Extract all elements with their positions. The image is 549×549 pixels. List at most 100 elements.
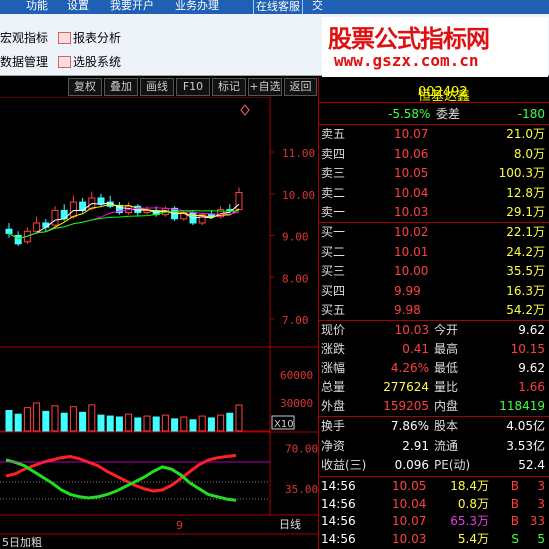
tick-price: 10.05 xyxy=(392,479,427,493)
add-favorite-button[interactable]: +自选 xyxy=(248,78,282,96)
sell-volume: 12.8万 xyxy=(506,185,545,200)
macro-indicator-button[interactable]: 宏观指标 xyxy=(0,29,48,46)
volume-bar xyxy=(33,402,41,432)
sell-price: 10.05 xyxy=(394,166,429,180)
back-button[interactable]: 返回 xyxy=(284,78,317,96)
price-tick-label: 8.00 xyxy=(282,272,309,285)
volume-bar xyxy=(60,412,68,432)
volume-bar xyxy=(235,404,243,432)
stat-label: 今开 xyxy=(434,323,459,337)
buy-price: 10.02 xyxy=(394,225,429,239)
date-label: 5日加粗 xyxy=(2,536,42,549)
sell-volume: 21.0万 xyxy=(506,127,545,141)
tick-volume: 65.3万 xyxy=(450,514,489,528)
stock-title: 002492 恒基达鑫 xyxy=(318,77,549,104)
stat-value: 52.4 xyxy=(518,458,545,472)
buy-volume: 16.3万 xyxy=(506,283,545,298)
tick-volume: 5.4万 xyxy=(457,531,489,546)
tick-count: 3 xyxy=(537,496,545,511)
volume-bar xyxy=(42,410,50,432)
sell-price: 10.04 xyxy=(394,185,429,200)
stat-value: 0.096 xyxy=(394,458,429,472)
stat-value: 2.91 xyxy=(402,438,429,453)
tick-side: B xyxy=(510,479,519,493)
sell-level-label: 卖一 xyxy=(321,205,346,219)
stat-label: 总量 xyxy=(321,380,346,394)
stat-label: 内盘 xyxy=(434,399,459,413)
tick-time: 14:56 xyxy=(321,496,356,511)
online-service-button[interactable]: 在线客服 xyxy=(253,0,303,15)
weicha-label: 委差 xyxy=(436,107,461,121)
indicator-tick-label: 70.00 xyxy=(285,443,318,456)
stat-value: 0.41 xyxy=(402,342,429,356)
menu-item[interactable]: 交 xyxy=(312,0,323,13)
chart-button-bar: 复权 叠加 画线 F10 标记 +自选 返回 xyxy=(0,77,318,97)
sell-price: 10.06 xyxy=(394,146,429,161)
toolbar: 宏观指标 报表分析 数据管理 选股系统 股票公式指标网 www.gszx.com… xyxy=(0,14,549,77)
volume-bar xyxy=(5,409,13,432)
menu-item[interactable]: 设置 xyxy=(67,0,89,13)
stat-value: 118419 xyxy=(499,399,545,413)
tick-count: 33 xyxy=(529,514,545,528)
menu-item[interactable]: 功能 xyxy=(26,0,48,13)
logo-url: www.gszx.com.cn xyxy=(334,51,479,70)
buy-level-label: 买四 xyxy=(321,283,346,298)
stat-label: PE(动) xyxy=(434,458,471,472)
indicator-tick-label: 35.00 xyxy=(285,483,318,496)
tick-side: B xyxy=(510,496,519,511)
buy-level-label: 买二 xyxy=(321,244,346,259)
buy-price: 10.01 xyxy=(394,244,429,259)
stat-label: 最高 xyxy=(434,342,459,356)
buy-volume: 35.5万 xyxy=(506,264,545,278)
macro-label: 宏观指标 xyxy=(0,31,49,45)
stat-label: 涨幅 xyxy=(321,361,346,375)
candle-body xyxy=(33,222,41,232)
tick-price: 10.03 xyxy=(392,531,427,546)
buy-price: 10.00 xyxy=(394,264,429,278)
indicator-line-green xyxy=(5,458,237,502)
diamond-marker-icon xyxy=(240,104,250,116)
sell-volume: 8.0万 xyxy=(513,146,545,161)
tick-volume: 18.4万 xyxy=(450,479,489,493)
stock-name: 恒基达鑫 xyxy=(418,89,471,104)
tick-time: 14:56 xyxy=(321,531,356,546)
f10-button[interactable]: F10 xyxy=(176,78,210,96)
draw-line-button[interactable]: 画线 xyxy=(140,78,174,96)
period-mark: 9 xyxy=(176,519,183,532)
sell-price: 10.07 xyxy=(394,127,429,141)
mark-button[interactable]: 标记 xyxy=(212,78,246,96)
report-analysis-button[interactable]: 报表分析 xyxy=(58,29,121,46)
volume-bar xyxy=(115,416,123,432)
volume-bar xyxy=(198,415,206,432)
tick-side: B xyxy=(510,514,519,528)
sell-level-label: 卖四 xyxy=(321,146,346,161)
tick-time: 14:56 xyxy=(321,479,356,493)
data-management-button[interactable]: 数据管理 xyxy=(0,53,48,70)
volume-bar xyxy=(125,413,133,432)
indicator-line-red xyxy=(5,453,237,493)
tick-count: 5 xyxy=(537,531,545,546)
overlay-button[interactable]: 叠加 xyxy=(104,78,138,96)
stat-value: 10.03 xyxy=(394,323,429,337)
kline-chart[interactable]: 11.00 10.00 9.00 8.00 7.00 60000 30000 X10 70.00… xyxy=(0,97,318,549)
tick-side: S xyxy=(511,531,519,546)
restore-rights-button[interactable]: 复权 xyxy=(68,78,102,96)
weibi-label: 委比 xyxy=(321,107,346,121)
price-tick-label: 10.00 xyxy=(282,189,315,202)
tick-volume: 0.8万 xyxy=(457,496,489,511)
sell-volume: 29.1万 xyxy=(506,205,545,219)
volume-bar xyxy=(152,416,160,432)
stat-label: 收益(三) xyxy=(321,458,367,472)
menu-item[interactable]: 我要开户 xyxy=(110,0,154,13)
sell-level-label: 卖二 xyxy=(321,185,346,200)
stat-label: 量比 xyxy=(434,380,459,394)
watermark-logo: 股票公式指标网 www.gszx.com.cn xyxy=(322,17,548,77)
buy-price: 9.98 xyxy=(394,303,421,317)
stat-label: 涨跌 xyxy=(321,342,346,356)
menu-item[interactable]: 业务办理 xyxy=(175,0,219,13)
price-tick-label: 11.00 xyxy=(282,147,315,160)
stat-value: 1.66 xyxy=(518,380,545,394)
stat-value: 3.53亿 xyxy=(506,438,545,453)
candle-body xyxy=(235,191,243,211)
stock-select-button[interactable]: 选股系统 xyxy=(58,53,121,70)
